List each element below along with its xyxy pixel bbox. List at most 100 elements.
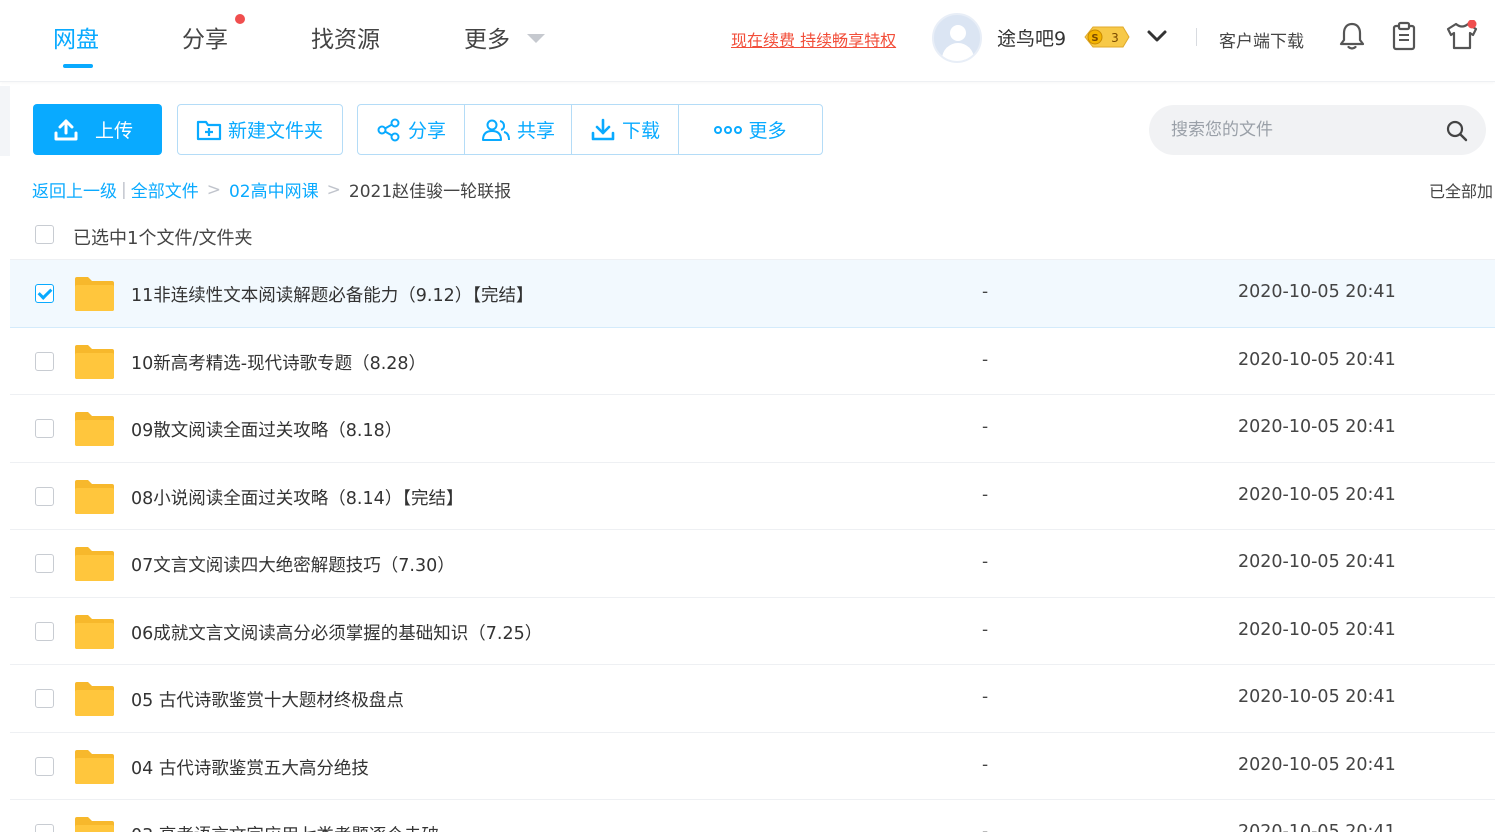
- folder-icon[interactable]: [74, 546, 115, 582]
- bell-icon[interactable]: [1338, 20, 1366, 52]
- breadcrumb-all-files[interactable]: 全部文件: [131, 177, 199, 202]
- nav-tab-share[interactable]: 分享: [182, 20, 228, 54]
- download-button-label: 下载: [621, 120, 660, 142]
- file-list: 11非连续性文本阅读解题必备能力（9.12）【完结】 - 2020-10-05 20…: [10, 260, 1495, 832]
- download-button[interactable]: 下载: [572, 105, 679, 154]
- file-name[interactable]: 07文言文阅读四大绝密解题技巧（7.30）: [131, 552, 455, 577]
- breadcrumb: 返回上一级 | 全部文件 > 02高中网课 > 2021赵佳骏一轮联报: [32, 177, 512, 203]
- share-button[interactable]: 分享: [358, 105, 465, 154]
- breadcrumb-parent-folder[interactable]: 02高中网课: [229, 177, 319, 202]
- row-checkbox[interactable]: [35, 621, 54, 641]
- chevron-down-icon[interactable]: [1146, 26, 1168, 46]
- folder-icon[interactable]: [74, 614, 115, 650]
- breadcrumb-separator: >: [206, 179, 221, 200]
- folder-icon[interactable]: [74, 479, 115, 515]
- file-row[interactable]: 08小说阅读全面过关攻略（8.14）【完结】 - 2020-10-05 20:41: [10, 463, 1495, 530]
- more-actions-button-label: 更多: [748, 120, 787, 142]
- file-name[interactable]: 04 古代诗歌鉴赏五大高分绝技: [131, 755, 369, 780]
- svg-text:S: S: [1091, 33, 1098, 44]
- row-checkbox[interactable]: [35, 689, 54, 708]
- share-icon: [377, 118, 400, 141]
- avatar[interactable]: [932, 13, 982, 63]
- file-row[interactable]: 05 古代诗歌鉴赏十大题材终极盘点 - 2020-10-05 20:41: [10, 665, 1495, 733]
- row-checkbox[interactable]: [35, 486, 54, 506]
- folder-icon[interactable]: [74, 681, 115, 717]
- load-status-text: 已全部加: [1429, 182, 1494, 201]
- search-icon[interactable]: [1445, 119, 1469, 143]
- row-checkbox[interactable]: [35, 351, 54, 371]
- file-modified-time: 2020-10-05 20:41: [1238, 349, 1396, 370]
- file-size: -: [982, 282, 989, 302]
- vip-level: 3: [1111, 31, 1119, 45]
- file-modified-time: 2020-10-05 20:41: [1238, 282, 1396, 302]
- more-actions-button[interactable]: 更多: [679, 105, 822, 154]
- row-checkbox[interactable]: [35, 824, 54, 832]
- upload-button[interactable]: 上传: [33, 104, 162, 155]
- file-size: -: [982, 687, 989, 707]
- breadcrumb-current-folder: 2021赵佳骏一轮联报: [348, 182, 512, 202]
- file-modified-time: 2020-10-05 20:41: [1238, 552, 1396, 572]
- file-size: -: [982, 619, 989, 640]
- clipboard-icon[interactable]: [1391, 20, 1417, 52]
- breadcrumb-separator: >: [326, 179, 341, 200]
- folder-icon[interactable]: [74, 816, 115, 832]
- nav-tab-more[interactable]: 更多: [464, 20, 510, 54]
- file-size: -: [982, 754, 989, 775]
- file-modified-time: 2020-10-05 20:41: [1238, 822, 1396, 832]
- file-search-box: [1149, 105, 1486, 155]
- file-row[interactable]: 10新高考精选-现代诗歌专题（8.28） - 2020-10-05 20:41: [10, 328, 1495, 395]
- row-checkbox[interactable]: [35, 756, 54, 776]
- file-name[interactable]: 06成就文言文阅读高分必须掌握的基础知识（7.25）: [131, 620, 542, 645]
- file-row[interactable]: 06成就文言文阅读高分必须掌握的基础知识（7.25） - 2020-10-05 20…: [10, 598, 1495, 665]
- file-name[interactable]: 08小说阅读全面过关攻略（8.14）【完结】: [131, 485, 463, 510]
- username[interactable]: 途鸟吧9: [997, 24, 1066, 51]
- file-row[interactable]: 09散文阅读全面过关攻略（8.18） - 2020-10-05 20:41: [10, 395, 1495, 463]
- folder-icon[interactable]: [74, 276, 115, 312]
- file-row[interactable]: 07文言文阅读四大绝密解题技巧（7.30） - 2020-10-05 20:41: [10, 530, 1495, 598]
- row-checkbox[interactable]: [35, 554, 54, 573]
- file-row[interactable]: 04 古代诗歌鉴赏五大高分绝技 - 2020-10-05 20:41: [10, 733, 1495, 800]
- folder-icon[interactable]: [74, 344, 115, 380]
- client-download-link[interactable]: 客户端下载: [1219, 27, 1304, 52]
- file-size: -: [982, 349, 989, 370]
- select-all-checkbox[interactable]: [35, 225, 54, 244]
- file-name[interactable]: 09散文阅读全面过关攻略（8.18）: [131, 417, 402, 442]
- file-row[interactable]: 11非连续性文本阅读解题必备能力（9.12）【完结】 - 2020-10-05 20…: [10, 260, 1495, 328]
- chevron-down-icon[interactable]: [527, 34, 545, 43]
- file-action-button-group: 分享 共享 下载 更多: [357, 104, 823, 155]
- file-modified-time: 2020-10-05 20:41: [1238, 687, 1396, 707]
- file-size: -: [982, 417, 989, 437]
- cooperate-share-button[interactable]: 共享: [465, 105, 572, 154]
- top-navigation-bar: 网盘 分享 找资源 更多 现在续费 持续畅享特权 途鸟吧9 S 3 客户端下载: [0, 0, 1495, 82]
- file-name[interactable]: 10新高考精选-现代诗歌专题（8.28）: [131, 350, 426, 375]
- share-notification-dot: [235, 14, 245, 24]
- left-edge: [0, 86, 10, 156]
- search-input[interactable]: [1171, 105, 1431, 155]
- selection-count-text: 已选中1个文件/文件夹: [73, 228, 253, 249]
- row-checkbox[interactable]: [35, 419, 54, 438]
- renew-promo-link[interactable]: 现在续费 持续畅享特权: [731, 27, 896, 51]
- nav-tab-find-resources[interactable]: 找资源: [311, 20, 380, 54]
- share-button-label: 分享: [407, 120, 446, 142]
- cooperate-share-button-label: 共享: [516, 120, 555, 142]
- divider: [1196, 28, 1197, 46]
- breadcrumb-back[interactable]: 返回上一级: [32, 177, 117, 202]
- file-name[interactable]: 05 古代诗歌鉴赏十大题材终极盘点: [131, 687, 404, 712]
- upload-icon: [54, 119, 78, 140]
- file-row[interactable]: 03 高考语言文字应用七类考题逐个击破 - 2020-10-05 20:41: [10, 800, 1495, 832]
- users-icon: [481, 119, 510, 141]
- tshirt-icon[interactable]: [1445, 20, 1479, 52]
- active-tab-indicator: [63, 64, 93, 68]
- file-modified-time: 2020-10-05 20:41: [1238, 754, 1396, 775]
- folder-icon[interactable]: [74, 411, 115, 447]
- new-folder-button-label: 新建文件夹: [228, 120, 324, 142]
- row-checkbox[interactable]: [35, 284, 54, 303]
- nav-tab-netdisk[interactable]: 网盘: [53, 20, 99, 54]
- upload-button-label: 上传: [95, 120, 134, 142]
- file-size: -: [982, 484, 989, 505]
- file-name[interactable]: 11非连续性文本阅读解题必备能力（9.12）【完结】: [131, 282, 533, 307]
- file-name[interactable]: 03 高考语言文字应用七类考题逐个击破: [131, 822, 439, 832]
- folder-icon[interactable]: [74, 749, 115, 785]
- file-size: -: [982, 822, 989, 832]
- new-folder-button[interactable]: 新建文件夹: [177, 104, 343, 155]
